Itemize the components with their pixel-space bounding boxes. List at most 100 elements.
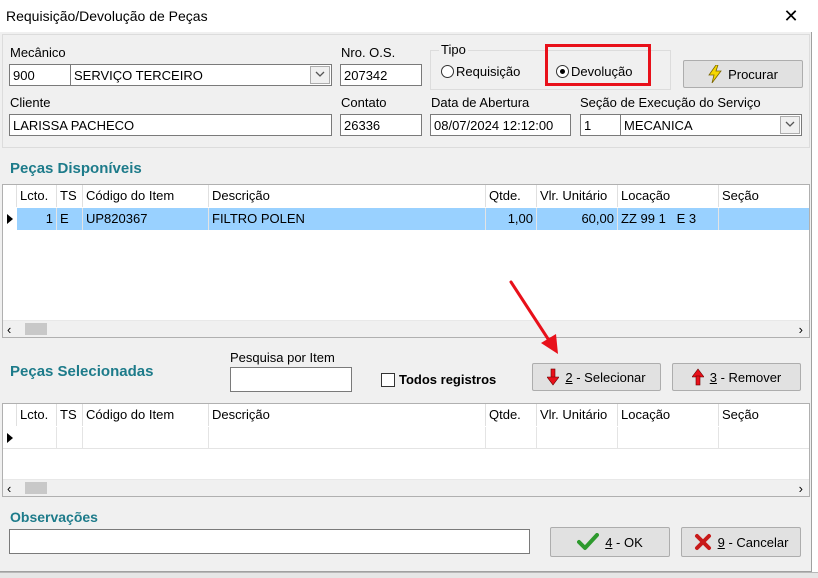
selecionadas-header-row: Lcto. TS Código do Item Descrição Qtde. … bbox=[3, 404, 809, 426]
pesquisa-label: Pesquisa por Item bbox=[230, 350, 335, 365]
col-vlr-unitario[interactable]: Vlr. Unitário bbox=[537, 185, 618, 207]
selecionadas-grid[interactable]: Lcto. TS Código do Item Descrição Qtde. … bbox=[2, 403, 810, 497]
selecionar-text: - Selecionar bbox=[572, 369, 646, 385]
cell-codigo: UP820367 bbox=[83, 208, 209, 230]
secao-combo[interactable]: MECANICA bbox=[620, 114, 802, 136]
pecas-disponiveis-title: Peças Disponíveis bbox=[10, 160, 142, 177]
background-app-strip bbox=[812, 0, 818, 578]
col-vlr-unitario[interactable]: Vlr. Unitário bbox=[537, 404, 618, 426]
cancelar-button[interactable]: 9 - Cancelar bbox=[681, 527, 801, 557]
cancelar-text: - Cancelar bbox=[724, 534, 789, 550]
col-descricao[interactable]: Descrição bbox=[209, 404, 486, 426]
col-indicator bbox=[3, 185, 17, 207]
table-row[interactable] bbox=[3, 427, 809, 449]
window-title: Requisição/Devolução de Peças bbox=[6, 8, 208, 24]
mecanico-code-field[interactable]: 900 bbox=[9, 64, 71, 86]
mecanico-combo[interactable]: SERVIÇO TERCEIRO bbox=[70, 64, 332, 86]
remover-label: 3 - Remover bbox=[710, 370, 782, 385]
col-descricao[interactable]: Descrição bbox=[209, 185, 486, 207]
remover-button[interactable]: 3 - Remover bbox=[672, 363, 801, 391]
cell-locacao bbox=[618, 427, 719, 449]
ok-button[interactable]: 4 - OK bbox=[550, 527, 670, 557]
col-qtde[interactable]: Qtde. bbox=[486, 185, 537, 207]
radio-requisicao-circle[interactable] bbox=[441, 65, 454, 78]
scroll-right-icon[interactable]: › bbox=[799, 480, 803, 497]
col-codigo[interactable]: Código do Item bbox=[83, 185, 209, 207]
mecanico-dropdown-button[interactable] bbox=[310, 66, 330, 84]
radio-requisicao-label: Requisição bbox=[456, 64, 521, 79]
col-secao[interactable]: Seção bbox=[719, 404, 809, 426]
pesquisa-input[interactable] bbox=[230, 367, 352, 392]
scroll-right-icon[interactable]: › bbox=[799, 321, 803, 338]
cell-locacao: ZZ 99 1 E 3 bbox=[618, 208, 719, 230]
cell-secao bbox=[719, 427, 809, 449]
selecionar-button[interactable]: 2 - Selecionar bbox=[532, 363, 661, 391]
secao-code-field[interactable]: 1 bbox=[580, 114, 621, 136]
selecionar-key: 2 bbox=[565, 369, 573, 385]
row-indicator bbox=[3, 208, 17, 230]
data-abertura-field[interactable]: 08/07/2024 12:12:00 bbox=[430, 114, 571, 136]
observacoes-input[interactable] bbox=[9, 529, 530, 554]
row-pointer-icon bbox=[7, 214, 13, 224]
cliente-label: Cliente bbox=[10, 95, 51, 110]
todos-checkbox-box[interactable] bbox=[381, 372, 395, 387]
nro-os-label: Nro. O.S. bbox=[341, 45, 396, 60]
disponiveis-header-row: Lcto. TS Código do Item Descrição Qtde. … bbox=[3, 185, 809, 207]
selecionar-label: 2 - Selecionar bbox=[565, 370, 645, 385]
col-ts[interactable]: TS bbox=[57, 404, 83, 426]
arrow-up-icon bbox=[691, 368, 704, 386]
chevron-down-icon bbox=[785, 121, 795, 127]
secao-dropdown-button[interactable] bbox=[780, 116, 800, 134]
observacoes-title: Observações bbox=[10, 509, 98, 525]
table-row[interactable]: 1 E UP820367 FILTRO POLEN 1,00 60,00 ZZ … bbox=[3, 208, 809, 230]
nro-os-field[interactable]: 207342 bbox=[340, 64, 422, 86]
cell-descricao: FILTRO POLEN bbox=[209, 208, 486, 230]
col-lcto[interactable]: Lcto. bbox=[17, 185, 57, 207]
selecionadas-hscrollbar[interactable]: ‹ › bbox=[3, 479, 809, 496]
col-locacao[interactable]: Locação bbox=[618, 185, 719, 207]
cell-codigo bbox=[83, 427, 209, 449]
ok-label: 4 - OK bbox=[605, 535, 643, 550]
cell-lcto bbox=[17, 427, 57, 449]
close-button[interactable]: ✕ bbox=[776, 3, 806, 29]
x-icon bbox=[694, 534, 711, 550]
procurar-button[interactable]: Procurar bbox=[683, 60, 803, 88]
scroll-thumb[interactable] bbox=[25, 482, 47, 494]
col-locacao[interactable]: Locação bbox=[618, 404, 719, 426]
remover-key: 3 bbox=[709, 369, 717, 385]
todos-registros-checkbox[interactable]: Todos registros bbox=[381, 372, 496, 387]
cell-descricao bbox=[209, 427, 486, 449]
col-lcto[interactable]: Lcto. bbox=[17, 404, 57, 426]
disponiveis-grid[interactable]: Lcto. TS Código do Item Descrição Qtde. … bbox=[2, 184, 810, 338]
row-pointer-icon bbox=[7, 433, 13, 443]
col-qtde[interactable]: Qtde. bbox=[486, 404, 537, 426]
scroll-thumb[interactable] bbox=[25, 323, 47, 335]
disponiveis-hscrollbar[interactable]: ‹ › bbox=[3, 320, 809, 337]
tipo-label: Tipo bbox=[439, 42, 468, 57]
cancelar-label: 9 - Cancelar bbox=[718, 535, 789, 550]
col-ts[interactable]: TS bbox=[57, 185, 83, 207]
devolucao-highlight-box bbox=[545, 44, 651, 86]
secao-name: MECANICA bbox=[624, 118, 693, 133]
col-indicator bbox=[3, 404, 17, 426]
col-codigo[interactable]: Código do Item bbox=[83, 404, 209, 426]
cell-ts bbox=[57, 427, 83, 449]
scroll-left-icon[interactable]: ‹ bbox=[7, 480, 11, 497]
cell-qtde: 1,00 bbox=[486, 208, 537, 230]
background-taskbar-strip bbox=[0, 572, 818, 578]
dialog-window: Requisição/Devolução de Peças ✕ Mecânico… bbox=[0, 0, 812, 572]
cliente-field[interactable]: LARISSA PACHECO bbox=[9, 114, 332, 136]
chevron-down-icon bbox=[315, 71, 325, 77]
lightning-icon bbox=[708, 65, 722, 83]
cell-ts: E bbox=[57, 208, 83, 230]
pecas-selecionadas-title: Peças Selecionadas bbox=[10, 363, 154, 380]
contato-field[interactable]: 26336 bbox=[340, 114, 422, 136]
radio-requisicao[interactable]: Requisição bbox=[441, 64, 520, 79]
contato-label: Contato bbox=[341, 95, 387, 110]
procurar-label: Procurar bbox=[728, 66, 778, 82]
cell-vlr-unitario: 60,00 bbox=[537, 208, 618, 230]
scroll-left-icon[interactable]: ‹ bbox=[7, 321, 11, 338]
row-indicator bbox=[3, 427, 17, 449]
cell-secao bbox=[719, 208, 809, 230]
col-secao[interactable]: Seção bbox=[719, 185, 809, 207]
